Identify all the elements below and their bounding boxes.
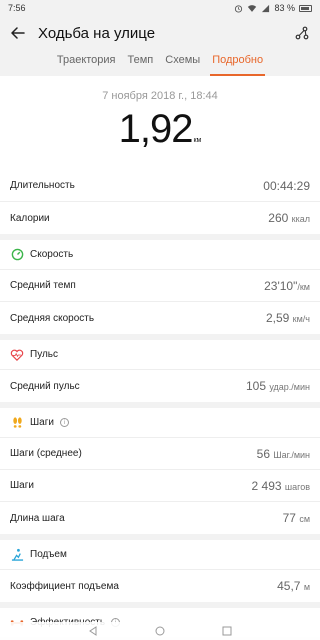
steps-count-row: Шаги 2 493 шагов [0,470,320,502]
speedometer-icon [10,248,24,262]
signal-icon [262,4,270,12]
row-label: Длина шага [10,512,65,524]
row-value: 260 ккал [268,211,310,225]
row-label: Калории [10,212,50,224]
row-number: 2,59 [265,311,290,325]
row-value: 105 удар./мин [246,379,310,393]
distance-unit: км [193,137,202,144]
row-number: 260 [268,211,289,225]
climb-icon [10,548,24,562]
row-label: Средняя скорость [10,312,95,324]
row-label: Шаги [10,480,34,491]
row-value: 45,7 м [277,579,310,593]
nav-home-icon[interactable] [155,626,165,636]
row-label: Шаги (среднее) [10,448,82,459]
row-unit: м [303,582,310,592]
row-number: 56 [256,446,271,461]
avg-pulse-row: Средний пульс 105 удар./мин [0,370,320,402]
row-label: Коэффициент подъема [10,580,119,592]
section-title: Шаги [30,417,54,428]
row-label: Средний пульс [10,380,80,392]
pulse-card: Пульс Средний пульс 105 удар./мин [0,340,320,402]
section-header: Пульс [0,340,320,370]
row-number: 00:44:29 [263,178,310,193]
status-bar: 7:56 83 % [0,0,320,16]
section-header: Подъем [0,540,320,570]
back-arrow-icon [11,27,25,39]
section-title: Пульс [30,349,59,360]
info-icon[interactable]: i [59,418,69,427]
row-number: 23'10" [264,278,298,293]
footprints-icon [10,416,24,430]
row-value: 2,59 км/ч [266,311,310,325]
nav-back-icon[interactable] [88,626,98,636]
row-value: 56 Шаг./мин [257,447,310,461]
row-number: 2 493 [251,478,282,493]
steps-card: Шаги i Шаги (среднее) 56 Шаг./мин Шаги 2… [0,408,320,534]
wifi-icon [248,4,257,12]
section-title: Скорость [30,249,74,260]
row-number: 45,7 [277,579,301,593]
heart-rate-icon [10,348,24,362]
distance-value: 1,92км [0,106,320,164]
workout-date: 7 ноября 2018 г., 18:44 [102,90,218,102]
row-unit: ккал [291,214,310,224]
status-icons: 83 % [234,3,312,13]
nav-recents-icon[interactable] [222,626,232,636]
distance-number: 1,92 [118,107,194,151]
share-icon [295,26,309,40]
status-time: 7:56 [8,3,26,13]
climb-ratio-row: Коэффициент подъема 45,7 м [0,570,320,602]
back-button[interactable] [8,23,28,43]
section-title: Подъем [30,549,67,560]
avg-pace-row: Средний темп 23'10"/км [0,270,320,302]
row-unit: удар./мин [269,382,310,392]
tab-trajectory[interactable]: Траектория [51,50,122,76]
cadence-row: Шаги (среднее) 56 Шаг./мин [0,438,320,470]
row-label: Длительность [10,180,75,191]
tab-charts[interactable]: Схемы [159,50,206,76]
tab-details[interactable]: Подробно [206,50,269,76]
speed-card: Скорость Средний темп 23'10"/км Средняя … [0,240,320,334]
share-button[interactable] [292,23,312,43]
row-unit: /км [297,281,310,292]
tab-bar: Траектория Темп Схемы Подробно [0,50,320,76]
summary-card: 7 ноября 2018 г., 18:44 1,92км Длительно… [0,76,320,234]
summary-hero: 7 ноября 2018 г., 18:44 1,92км [0,76,320,170]
section-header: Скорость [0,240,320,270]
row-value: 00:44:29 [263,179,310,193]
battery-percent: 83 % [274,3,295,13]
tab-pace[interactable]: Темп [122,50,160,76]
row-unit: шагов [284,481,310,492]
duration-row: Длительность 00:44:29 [0,170,320,202]
row-value: 2 493 шагов [252,479,310,493]
row-unit: см [299,514,310,524]
row-number: 105 [245,379,266,393]
stride-length-row: Длина шага 77 см [0,502,320,534]
climb-card: Подъем Коэффициент подъема 45,7 м [0,540,320,602]
row-value: 77 см [283,511,310,525]
system-nav-bar [0,622,320,640]
calories-row: Калории 260 ккал [0,202,320,234]
app-bar: Ходьба на улице [0,16,320,50]
page-title: Ходьба на улице [38,24,156,42]
row-number: 77 [282,511,296,525]
section-header: Шаги i [0,408,320,438]
row-unit: км/ч [292,314,310,324]
row-unit: Шаг./мин [273,449,310,460]
avg-speed-row: Средняя скорость 2,59 км/ч [0,302,320,334]
row-label: Средний темп [10,280,76,291]
row-value: 23'10"/км [264,279,310,293]
battery-icon [299,4,312,12]
alarm-icon [235,4,243,13]
